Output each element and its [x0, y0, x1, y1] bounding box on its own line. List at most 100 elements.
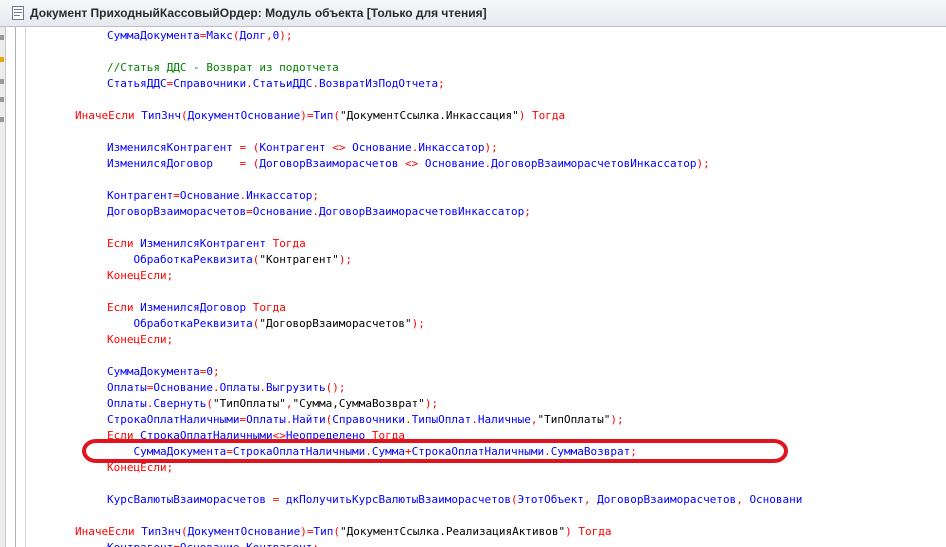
code-token: Тогда — [265, 237, 306, 250]
code-line[interactable]: СуммаДокумента=0; — [107, 364, 220, 380]
code-token: = — [246, 205, 253, 218]
code-token: 0 — [206, 365, 213, 378]
code-line[interactable]: КонецЕсли; — [107, 332, 173, 348]
code-line[interactable]: //Статья ДДС - Возврат из подотчета — [107, 60, 339, 76]
code-token: Основание — [252, 205, 313, 218]
code-token: КонецЕсли — [107, 269, 167, 282]
code-token: ( — [180, 109, 188, 122]
code-line[interactable]: ИначеЕсли ТипЗнч(ДокументОснование)=Тип(… — [75, 108, 565, 124]
code-token: ВозвратИзПодОтчета — [318, 77, 439, 90]
code-token: ); — [610, 413, 624, 426]
code-token: ( — [333, 109, 340, 122]
code-line[interactable]: СтрокаОплатНаличными=Оплаты.Найти(Справо… — [107, 412, 624, 428]
code-token: Основание — [352, 141, 412, 154]
code-token: . — [259, 381, 266, 394]
code-token: = — [173, 541, 180, 547]
code-token: Макс — [206, 29, 233, 42]
code-token: Оплаты — [246, 413, 286, 426]
code-token: Тогда — [578, 525, 612, 538]
code-token: "ТипОплаты" — [212, 397, 286, 410]
code-token: СуммаДокумента — [107, 29, 200, 42]
code-token: . — [246, 77, 253, 90]
code-token: = — [265, 493, 286, 506]
window-title-bar[interactable]: Документ ПриходныйКассовыйОрдер: Модуль … — [0, 0, 946, 27]
code-token: Основание — [153, 381, 213, 394]
code-line[interactable]: КурсВалютыВзаиморасчетов = дкПолучитьКур… — [107, 492, 802, 508]
code-token: ОбработкаРеквизита — [107, 317, 253, 330]
code-line[interactable]: ИзменилсяКонтрагент = (Контрагент <> Осн… — [107, 140, 498, 156]
code-token: "Сумма,СуммаВозврат" — [292, 397, 425, 410]
code-token: Основание — [179, 189, 240, 202]
code-token: СтатьяДДС — [107, 77, 167, 90]
code-token: Инкассатор — [418, 141, 485, 154]
code-token: , — [736, 493, 750, 506]
code-token: Свернуть — [153, 397, 207, 410]
code-line[interactable]: Контрагент=Основание.Контрагент; — [107, 540, 319, 547]
code-token: Контрагент — [246, 541, 312, 547]
code-token: ( — [206, 397, 213, 410]
code-token: "ДокументСсылка.РеализацияАктивов" — [339, 525, 566, 538]
code-token: . — [312, 77, 319, 90]
code-token: ТипЗнч — [141, 525, 181, 538]
code-token: ДоговорВзаиморасчетов — [259, 157, 399, 170]
code-token: (); — [325, 381, 346, 394]
code-token: = — [212, 157, 253, 170]
code-token: СтрокаОплатНаличными — [107, 413, 240, 426]
code-token: ); — [411, 317, 425, 330]
code-token: Справочники — [332, 413, 406, 426]
code-token: дкПолучитьКурсВалютыВзаиморасчетов — [285, 493, 511, 506]
code-token: ДокументОснование — [187, 525, 301, 538]
code-token: ); — [279, 29, 293, 42]
code-token: ( — [180, 525, 188, 538]
code-token: ; — [524, 205, 531, 218]
code-token: "ДоговорВзаиморасчетов" — [259, 317, 412, 330]
left-panel-strip[interactable] — [0, 27, 6, 547]
code-token: ); — [424, 397, 439, 410]
code-fold-gutter[interactable] — [7, 27, 26, 547]
code-token: ; — [166, 333, 174, 346]
code-token: ДоговорВзаиморасчетовИнкассатор — [318, 205, 525, 218]
code-token: СтатьиДДС — [252, 77, 313, 90]
code-token: ИначеЕсли — [75, 109, 142, 122]
code-token: Основание — [424, 157, 485, 170]
code-line[interactable]: Оплаты=Основание.Оплаты.Выгрузить(); — [107, 380, 345, 396]
code-token: КонецЕсли — [107, 333, 167, 346]
code-token: ДоговорВзаиморасчетов — [107, 205, 247, 218]
code-line[interactable]: СуммаДокумента=Макс(Долг,0); — [107, 28, 292, 44]
code-line[interactable]: ДоговорВзаиморасчетов=Основание.ДоговорВ… — [107, 204, 531, 220]
code-token: . — [471, 413, 478, 426]
code-token: ТипЗнч — [141, 109, 181, 122]
code-token: Тогда — [246, 301, 286, 314]
code-token: Основание — [180, 541, 240, 547]
code-token: Справочники — [173, 77, 247, 90]
code-line[interactable]: ОбработкаРеквизита("Контрагент"); — [107, 252, 352, 268]
code-editor[interactable]: СуммаДокумента=Макс(Долг,0); //Статья ДДС… — [27, 27, 946, 547]
code-token: ; — [166, 269, 174, 282]
code-token: Тип — [313, 109, 334, 122]
code-token: //Статья ДДС - Возврат из подотчета — [107, 61, 339, 74]
code-line[interactable]: ОбработкаРеквизита("ДоговорВзаиморасчето… — [107, 316, 425, 332]
code-token: ИзменилсяКонтрагент — [140, 237, 266, 250]
code-token: <> — [325, 141, 353, 154]
code-token: ); — [338, 253, 353, 266]
code-line[interactable]: Если ИзменилсяКонтрагент Тогда — [107, 236, 306, 252]
code-line[interactable]: Оплаты.Свернуть("ТипОплаты","Сумма,Сумма… — [107, 396, 438, 412]
code-token: КурсВалютыВзаиморасчетов — [107, 493, 266, 506]
code-line[interactable]: ИначеЕсли ТипЗнч(ДокументОснование)=Тип(… — [75, 524, 612, 540]
code-token: Инкассатор — [246, 189, 313, 202]
code-line[interactable]: ИзменилсяДоговор = (ДоговорВзаиморасчето… — [107, 156, 710, 172]
code-token: ( — [511, 493, 518, 506]
code-line[interactable]: Контрагент=Основание.Инкассатор; — [107, 188, 319, 204]
code-token: Контрагент — [259, 141, 326, 154]
code-token: ИзменилсяДоговор — [140, 301, 247, 314]
code-token: ОбработкаРеквизита — [107, 253, 253, 266]
code-line[interactable]: КонецЕсли; — [107, 268, 173, 284]
code-token: СуммаДокумента — [107, 365, 200, 378]
code-token: ИзменилсяДоговор — [107, 157, 213, 170]
code-token: , — [583, 493, 598, 506]
code-line[interactable]: Если ИзменилсяДоговор Тогда — [107, 300, 286, 316]
module-document-icon — [12, 6, 24, 20]
code-line[interactable]: СтатьяДДС=Справочники.СтатьиДДС.ВозвратИ… — [107, 76, 445, 92]
code-token: Наличные — [477, 413, 531, 426]
code-token: ; — [312, 189, 319, 202]
